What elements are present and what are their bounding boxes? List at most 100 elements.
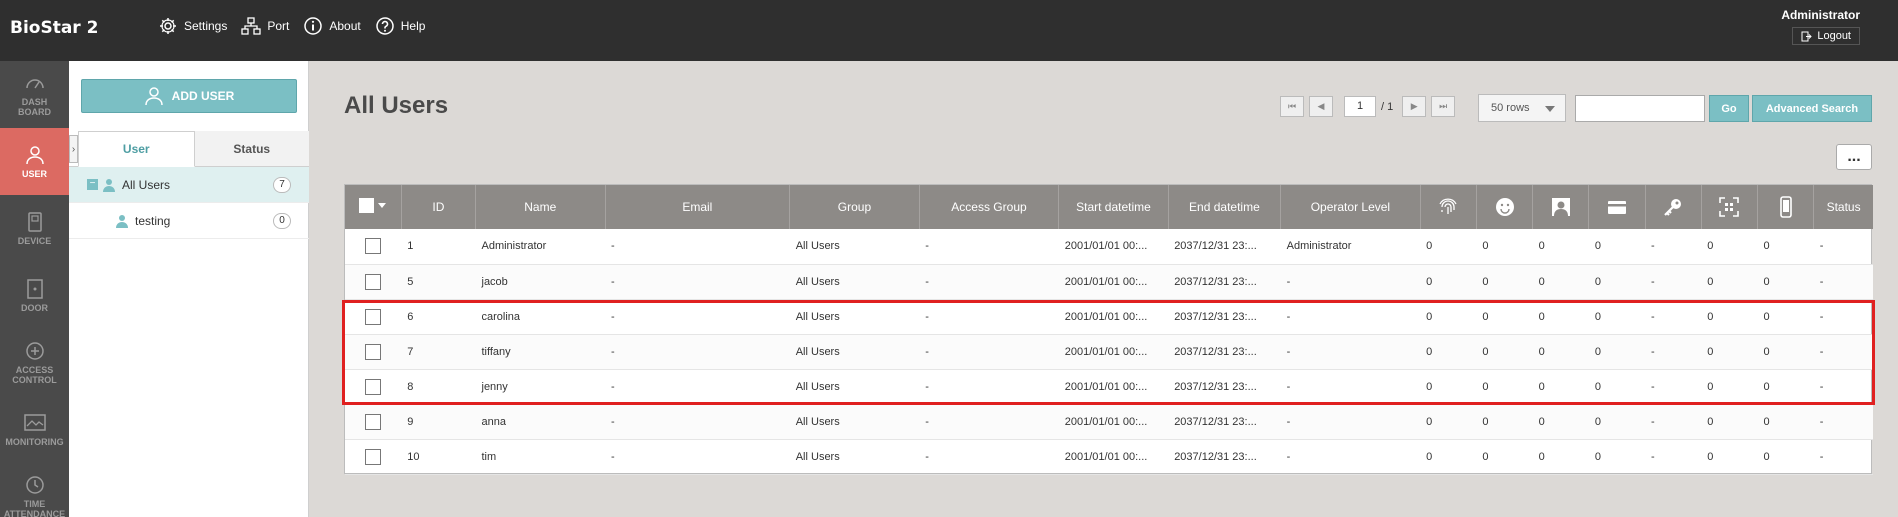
photo-icon [1551,198,1570,216]
cell-name: tim [481,450,497,463]
settings-link[interactable]: Settings [158,16,227,36]
header-access-group[interactable]: Access Group [919,185,1060,229]
dashboard-icon [25,78,44,88]
table-row[interactable]: 10 tim - All Users - 2001/01/01 00:... 2037/12… [345,439,1873,474]
cell-fingerprint: 0 [1426,275,1433,288]
header-qr[interactable] [1701,185,1758,229]
select-all-header[interactable] [345,185,402,229]
tab-user[interactable]: User [78,131,195,167]
go-button[interactable]: Go [1709,95,1749,122]
tree-item-all-users[interactable]: − All Users 7 [69,167,309,203]
cell-email: - [611,275,615,288]
prev-page-button[interactable]: ◀ [1309,96,1333,117]
header-mobile[interactable] [1757,185,1815,229]
about-link[interactable]: About [303,16,361,36]
nav-user[interactable]: USER [0,128,69,195]
cell-photo: 0 [1538,345,1545,358]
add-user-button[interactable]: ADD USER [81,79,297,113]
table-row[interactable]: 6 carolina - All Users - 2001/01/01 00:... 203… [345,299,1873,334]
cell-photo: 0 [1538,240,1545,253]
last-page-button[interactable]: ⏭ [1431,96,1456,117]
header-start-datetime[interactable]: Start datetime [1058,185,1169,229]
cell-operator-level: - [1286,345,1291,358]
cell-card: 0 [1594,275,1601,288]
header-card[interactable] [1588,185,1646,229]
header-operator-level[interactable]: Operator Level [1280,185,1421,229]
nav-device[interactable]: DEVICE [0,195,69,262]
cell-photo: 0 [1538,380,1545,393]
nav-device-label: DEVICE [17,235,52,246]
header-id[interactable]: ID [401,185,477,229]
cell-id: 9 [407,415,414,428]
nav-time-attendance[interactable]: TIME ATTENDANCE [0,463,69,517]
row-checkbox[interactable] [365,343,382,360]
help-link[interactable]: Help [375,16,425,36]
top-nav: Settings Port About Help [158,16,425,36]
row-checkbox[interactable] [365,273,382,290]
collapse-icon[interactable]: − [87,179,98,190]
cell-group: All Users [795,345,840,358]
table-row[interactable]: 1 Administrator - All Users - 2001/01/01 00:.… [345,229,1873,264]
header-fingerprint[interactable] [1420,185,1477,229]
table-row[interactable]: 9 anna - All Users - 2001/01/01 00:... 2037/12… [345,404,1873,439]
header-group[interactable]: Group [789,185,920,229]
cell-name: carolina [481,310,521,323]
cell-select [345,439,401,474]
row-checkbox[interactable] [365,448,382,465]
cell-email: - [611,450,615,463]
count-badge: 7 [273,176,291,193]
cell-access-group: - [925,310,929,323]
cell-operator-level: Administrator [1286,240,1352,253]
cell-email: - [611,345,615,358]
advanced-search-button[interactable]: Advanced Search [1752,95,1872,122]
cell-start-datetime: 2001/01/01 00:... [1064,275,1148,288]
logout-button[interactable]: Logout [1792,27,1860,45]
select-all-checkbox[interactable] [359,198,375,213]
more-options-button[interactable]: ... [1836,144,1872,170]
header-key[interactable] [1645,185,1702,229]
tree-item-testing[interactable]: testing 0 [69,203,309,239]
app-logo: BioStar 2 [10,18,99,38]
header-photo[interactable] [1532,185,1590,229]
cell-qr: 0 [1707,310,1714,323]
cell-card: 0 [1594,345,1601,358]
header-end-datetime[interactable]: End datetime [1168,185,1282,229]
table-row[interactable]: 7 tiffany - All Users - 2001/01/01 00:... 2037… [345,334,1873,369]
rows-per-page-select[interactable]: 50 rows [1478,94,1566,122]
row-checkbox[interactable] [365,308,382,325]
cell-face: 0 [1482,240,1489,253]
count-badge: 0 [273,212,291,229]
header-name[interactable]: Name [475,185,606,229]
nav-dashboard[interactable]: DASH BOARD [0,61,69,128]
table-row[interactable]: 5 jacob - All Users - 2001/01/01 00:... 2037/1… [345,264,1873,299]
expand-handle[interactable]: › [69,135,78,163]
cell-photo: 0 [1538,310,1545,323]
header-email[interactable]: Email [605,185,791,229]
cell-end-datetime: 2037/12/31 23:... [1174,380,1257,393]
nav-door-label: DOOR [21,302,48,313]
table-row[interactable]: 8 jenny - All Users - 2001/01/01 00:... 2037/1… [345,369,1873,404]
nav-door[interactable]: DOOR [0,262,69,329]
cell-face: 0 [1482,450,1489,463]
nav-access-control[interactable]: ACCESS CONTROL [0,329,69,396]
page-number-input[interactable]: 1 [1344,96,1376,117]
card-icon [1607,201,1626,214]
nav-monitoring[interactable]: MONITORING [0,396,69,463]
row-checkbox[interactable] [365,378,382,395]
cell-fingerprint: 0 [1426,415,1433,428]
next-page-button[interactable]: ▶ [1402,96,1427,117]
tab-status[interactable]: Status [194,131,309,166]
header-status[interactable]: Status [1814,185,1873,229]
row-checkbox[interactable] [365,413,382,430]
search-input[interactable] [1575,95,1705,122]
header-face[interactable] [1476,185,1534,229]
port-link[interactable]: Port [241,16,289,36]
row-checkbox[interactable] [365,238,382,255]
chevron-down-icon[interactable] [378,203,387,208]
cell-start-datetime: 2001/01/01 00:... [1064,240,1148,253]
first-page-button[interactable]: ⏮ [1280,96,1304,117]
cell-mobile: 0 [1763,415,1770,428]
cell-name: jacob [481,275,508,288]
cell-card: 0 [1594,310,1601,323]
person-icon [103,178,115,192]
